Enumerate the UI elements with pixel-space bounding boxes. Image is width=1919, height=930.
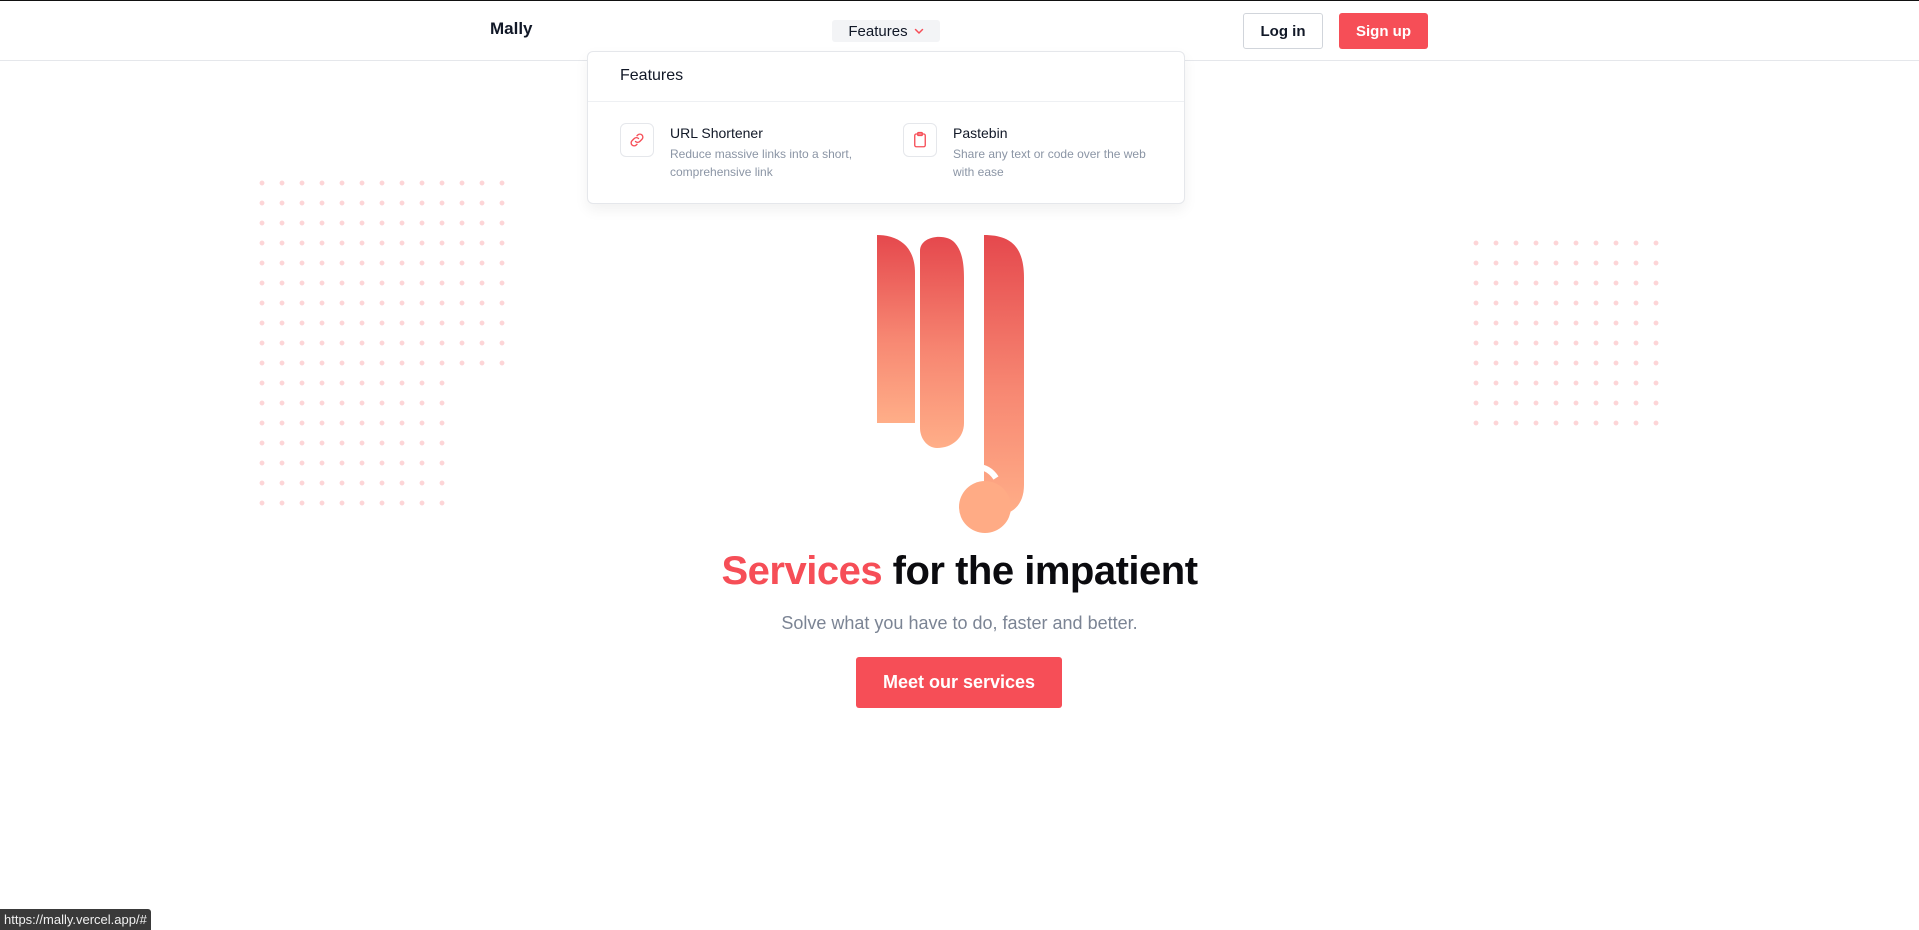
clipboard-icon [903,123,937,157]
dropdown-divider [588,101,1184,102]
dot-pattern-left-upper [252,173,512,373]
features-dropdown: Features URL Shortener Reduce massive li… [587,51,1185,204]
login-button[interactable]: Log in [1243,13,1323,49]
dot-pattern-left-lower [252,373,452,513]
dropdown-item-description: Reduce massive links into a short, compr… [670,147,853,179]
features-menu-label: Features [848,22,908,40]
dropdown-item-description: Share any text or code over the web with… [953,147,1146,179]
dropdown-item-name: Pastebin [953,125,1008,141]
dropdown-item-name: URL Shortener [670,125,763,141]
hero-title-accent: Services [721,549,883,593]
chevron-down-icon [914,28,923,34]
link-status-bar: https://mally.vercel.app/# [0,909,151,930]
hero-title-rest: for the impatient [882,549,1198,593]
mally-logo [877,235,1024,533]
hero-subtitle: Solve what you have to do, faster and be… [781,613,1138,633]
brand-logo-text[interactable]: Mally [490,19,533,39]
dropdown-item-pastebin[interactable]: Pastebin Share any text or code over the… [903,123,1163,183]
features-menu-button[interactable]: Features [832,20,940,42]
dropdown-item-url-shortener[interactable]: URL Shortener Reduce massive links into … [620,123,880,183]
meet-services-button[interactable]: Meet our services [856,657,1062,708]
link-icon [620,123,654,157]
hero-title: Services for the impatient [0,549,1919,594]
dropdown-title: Features [620,67,684,84]
signup-button[interactable]: Sign up [1339,13,1428,49]
dot-pattern-right [1466,233,1666,433]
page: Mally Features Log in Sign up Services f… [0,0,1919,930]
